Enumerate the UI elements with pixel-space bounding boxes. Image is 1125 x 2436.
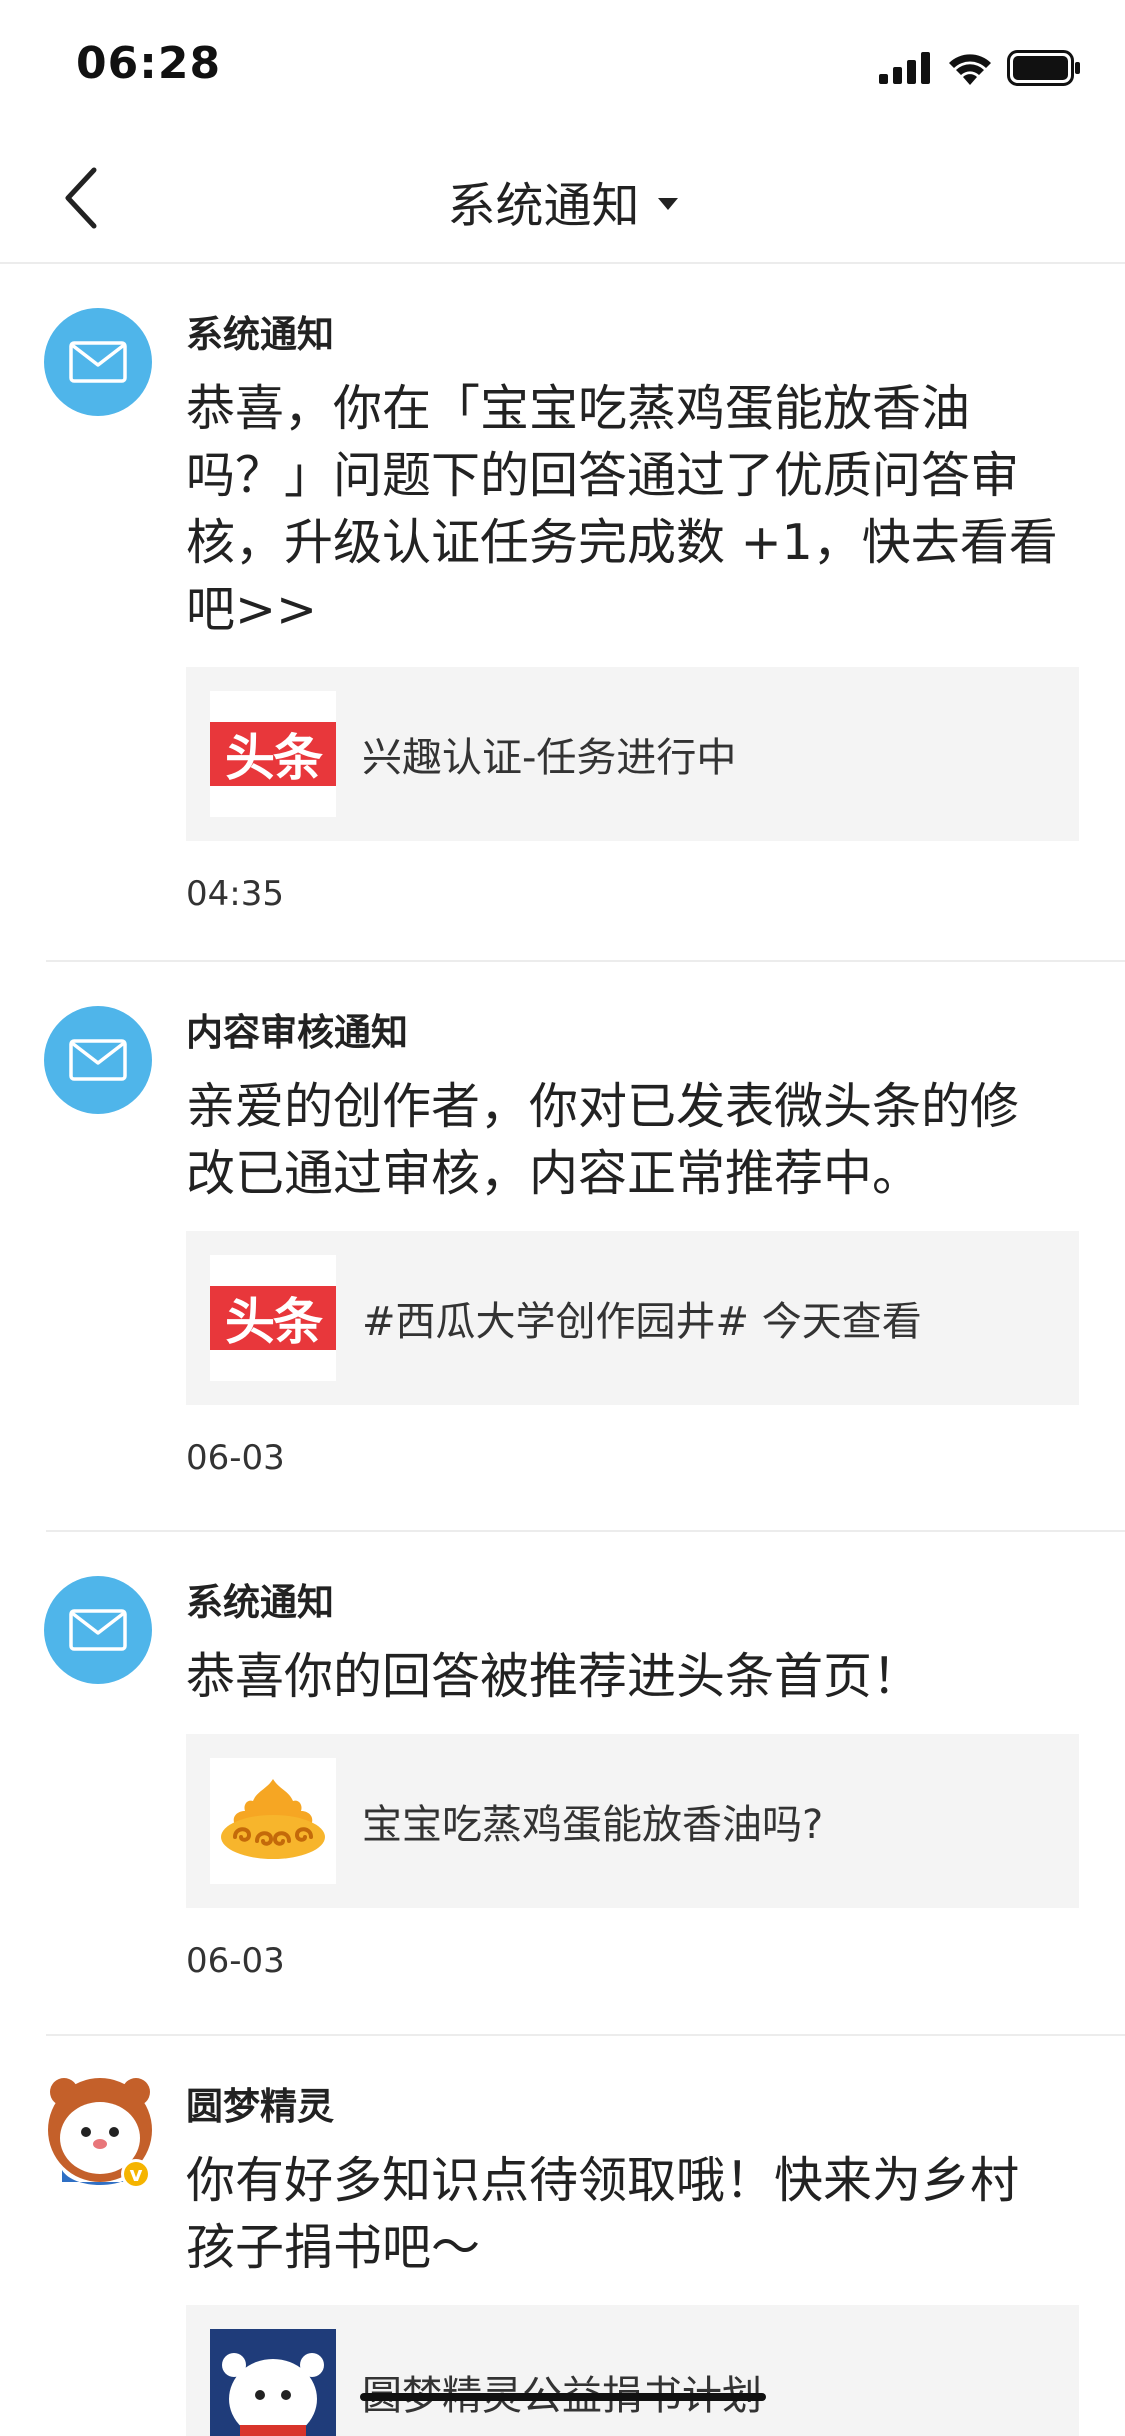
link-card[interactable]: 头条 兴趣认证-任务进行中 (186, 667, 1079, 841)
link-card[interactable]: 宝宝吃蒸鸡蛋能放香油吗? (186, 1734, 1079, 1908)
verified-v-badge-icon: v (129, 2162, 143, 2186)
message-line: 亲爱的创作者，你对已发表微头条的修 (186, 1078, 1020, 1135)
battery-icon (1007, 50, 1080, 86)
notification-item[interactable]: 系统通知 恭喜，你在「宝宝吃蒸鸡蛋能放香油 吗？」问题下的回答通过了优质问答审 … (0, 266, 1125, 962)
wifi-icon (949, 54, 991, 85)
card-thumbnail: 头条 (210, 1255, 336, 1381)
mail-icon (69, 1609, 127, 1651)
caret-down-icon (657, 198, 678, 210)
card-title: 圆梦精灵公益捐书计划 (360, 2305, 766, 2436)
notification-list: 系统通知 恭喜，你在「宝宝吃蒸鸡蛋能放香油 吗？」问题下的回答通过了优质问答审 … (0, 266, 1125, 2436)
status-icons (879, 48, 1081, 88)
message-text: 亲爱的创作者，你对已发表微头条的修 改已通过审核，内容正常推荐中。 (186, 1073, 1079, 1207)
sender-name: 系统通知 (186, 313, 334, 356)
mail-icon (69, 341, 127, 383)
page-title: 系统通知 (447, 178, 640, 234)
timestamp: 06-03 (186, 1941, 285, 1981)
link-card[interactable]: 头条 #西瓜大学创作园井# 今天查看 (186, 1231, 1079, 1405)
nav-title-dropdown[interactable]: 系统通知 (0, 166, 1125, 236)
timestamp: 04:35 (186, 874, 284, 914)
avatar: v (44, 2072, 156, 2192)
message-line: 恭喜你的回答被推荐进头条首页！ (186, 1648, 922, 1705)
avatar (44, 1576, 152, 1684)
card-thumbnail (210, 2329, 336, 2436)
message-line: 核，升级认证任务完成数 +1，快去看看 (186, 514, 1058, 571)
card-title: 宝宝吃蒸鸡蛋能放香油吗? (362, 1802, 824, 1848)
card-title: 兴趣认证-任务进行中 (362, 735, 737, 781)
message-line: 你有好多知识点待领取哦！快来为乡村 (186, 2152, 1020, 2209)
message-line: 改已通过审核，内容正常推荐中。 (186, 1145, 922, 1202)
timestamp: 06-03 (186, 1438, 285, 1478)
sender-name: 内容审核通知 (186, 1011, 408, 1054)
card-thumbnail: 头条 (210, 691, 336, 817)
message-line: 吗？」问题下的回答通过了优质问答审 (186, 447, 1020, 504)
notification-item[interactable]: 系统通知 恭喜你的回答被推荐进头条首页！ 宝宝吃蒸鸡蛋能放香油吗? 06-03 (0, 1532, 1125, 2036)
card-title-text: 圆梦精灵公益捐书计划 (360, 2363, 766, 2421)
message-text: 你有好多知识点待领取哦！快来为乡村 孩子捐书吧～ (186, 2147, 1079, 2281)
notification-item[interactable]: v 圆梦精灵 你有好多知识点待领取哦！快来为乡村 孩子捐书吧～ 圆梦精灵公益捐书 (0, 2036, 1125, 2436)
message-text: 恭喜，你在「宝宝吃蒸鸡蛋能放香油 吗？」问题下的回答通过了优质问答审 核，升级认… (186, 375, 1079, 643)
sender-name: 系统通知 (186, 1581, 334, 1624)
link-card[interactable]: 圆梦精灵公益捐书计划 (186, 2305, 1079, 2436)
card-thumbnail (210, 1758, 336, 1884)
status-bar: 06:28 (0, 0, 1125, 132)
card-title: #西瓜大学创作园井# 今天查看 (362, 1299, 922, 1345)
nav-bar: 系统通知 (0, 132, 1125, 264)
toutiao-logo: 头条 (210, 1286, 336, 1351)
mail-icon (69, 1039, 127, 1081)
golden-cloud-icon (221, 1779, 325, 1859)
message-text: 恭喜你的回答被推荐进头条首页！ (186, 1643, 1079, 1710)
avatar (44, 1006, 152, 1114)
toutiao-logo: 头条 (210, 722, 336, 787)
avatar (44, 308, 152, 416)
message-line: 吧>> (186, 581, 318, 638)
notification-item[interactable]: 内容审核通知 亲爱的创作者，你对已发表微头条的修 改已通过审核，内容正常推荐中。… (0, 962, 1125, 1532)
cellular-signal-icon (879, 52, 930, 84)
status-time: 06:28 (76, 38, 222, 89)
message-line: 孩子捐书吧～ (186, 2219, 481, 2276)
sender-name: 圆梦精灵 (186, 2085, 334, 2128)
cartoon-mascot-icon (210, 2329, 336, 2436)
message-line: 恭喜，你在「宝宝吃蒸鸡蛋能放香油 (186, 380, 971, 437)
